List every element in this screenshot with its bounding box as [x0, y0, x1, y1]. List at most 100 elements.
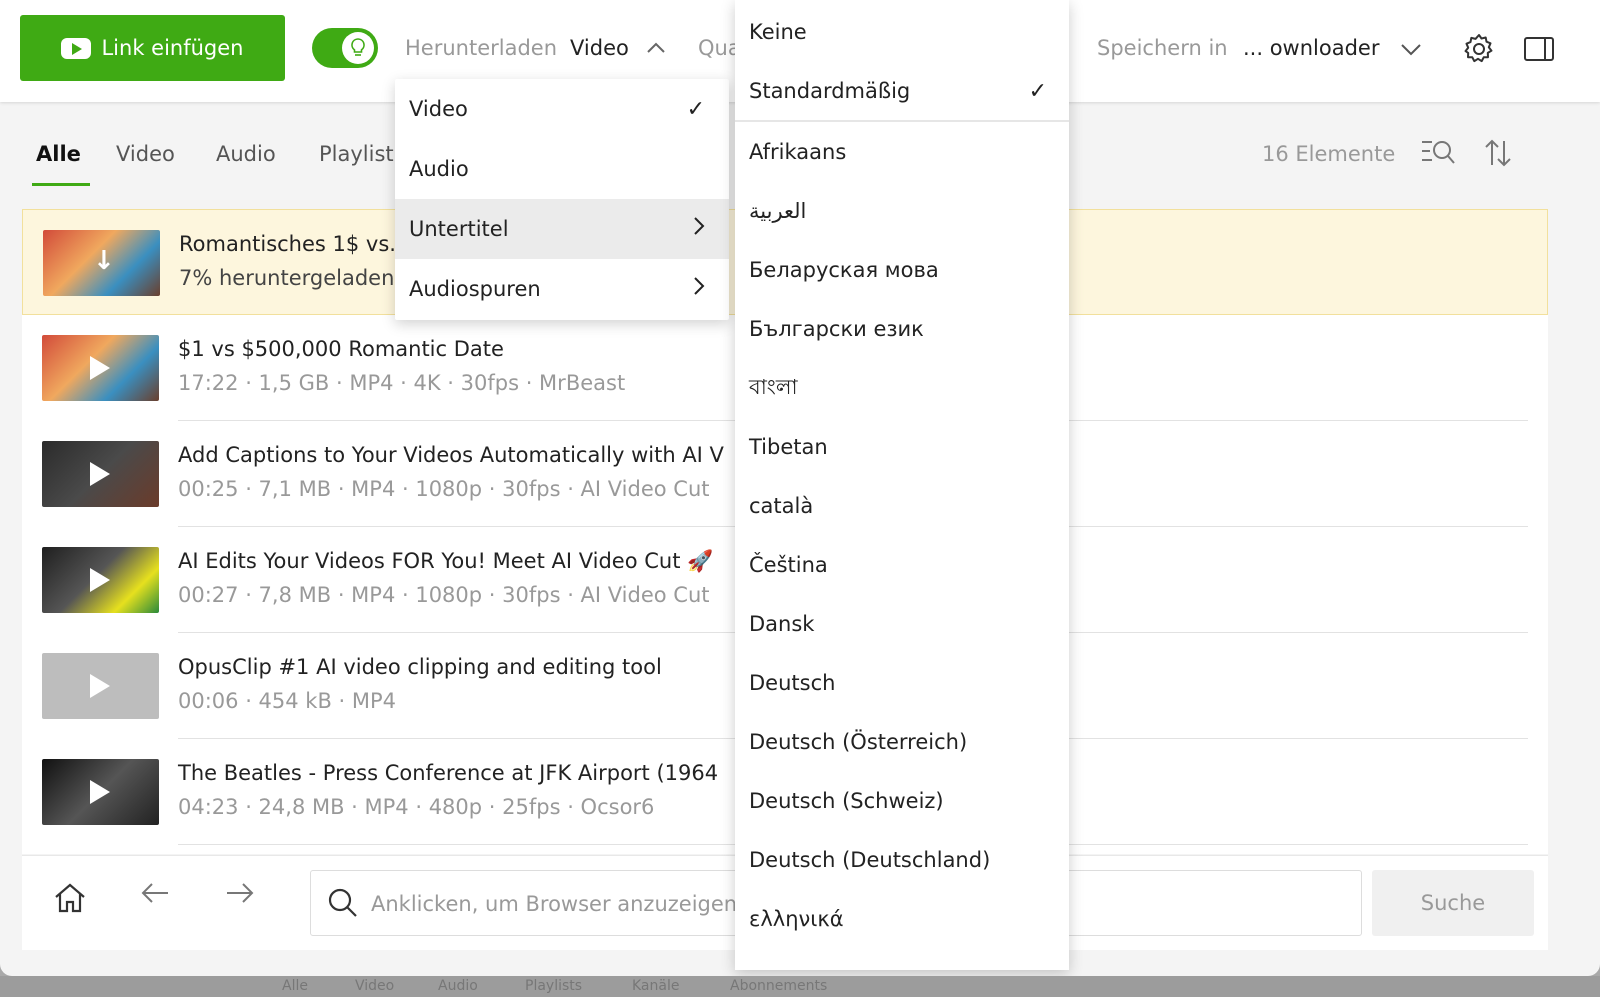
search-button[interactable]: Suche	[1372, 870, 1534, 936]
subtitle-option[interactable]: Čeština	[735, 535, 1069, 595]
item-meta: 00:25 · 7,1 MB · MP4 · 1080p · 30fps · A…	[178, 477, 710, 501]
item-title: OpusClip #1 AI video clipping and editin…	[178, 655, 662, 679]
item-title: Add Captions to Your Videos Automaticall…	[178, 443, 724, 467]
gear-icon[interactable]	[1462, 32, 1496, 66]
tab-playlist[interactable]: Playlist	[319, 142, 394, 166]
subtitle-option[interactable]: العربية	[735, 181, 1069, 241]
bg-tab: Playlists	[525, 978, 583, 994]
item-title: AI Edits Your Videos FOR You! Meet AI Vi…	[178, 549, 714, 573]
paste-link-button[interactable]: Link einfügen	[20, 15, 285, 81]
menu-item-label: Audiospuren	[409, 277, 541, 301]
option-label: Keine	[749, 20, 807, 44]
option-label: Čeština	[749, 553, 828, 577]
tab-audio[interactable]: Audio	[216, 142, 276, 166]
chevron-right-icon	[693, 276, 705, 302]
bg-tab: Audio	[438, 978, 478, 994]
subtitle-option[interactable]: català	[735, 476, 1069, 536]
option-label: Deutsch (Schweiz)	[749, 789, 944, 813]
sort-icon[interactable]	[1484, 138, 1512, 175]
download-type-label: Herunterladen	[405, 36, 558, 60]
item-meta: 00:27 · 7,8 MB · MP4 · 1080p · 30fps · A…	[178, 583, 710, 607]
video-thumbnail: ↓	[43, 230, 160, 296]
subtitle-option[interactable]: Deutsch (Österreich)	[735, 712, 1069, 772]
item-count: 16 Elemente	[1262, 142, 1396, 166]
subtitle-option[interactable]: Беларуская мова	[735, 240, 1069, 300]
bg-tab: Abonnements	[730, 978, 828, 994]
item-meta: 00:06 · 454 kB · MP4	[178, 689, 397, 713]
sidebar-toggle-icon[interactable]	[1524, 37, 1554, 61]
menu-item-label: Untertitel	[409, 217, 509, 241]
forward-arrow-icon[interactable]	[225, 878, 255, 913]
chevron-right-icon	[693, 216, 705, 242]
option-label: Български език	[749, 317, 924, 341]
option-label: Deutsch	[749, 671, 836, 695]
app-window: Link einfügen Herunterladen Video Qua Sp…	[0, 0, 1600, 976]
subtitle-option[interactable]: Tibetan	[735, 417, 1069, 477]
paste-link-label: Link einfügen	[101, 36, 244, 60]
subtitle-option[interactable]: Dansk	[735, 594, 1069, 654]
filter-search-icon[interactable]	[1420, 138, 1456, 173]
subtitle-language-menu: Keine Standardmäßig ✓ Afrikaans العربية Б…	[735, 0, 1069, 970]
menu-item-audio[interactable]: Audio	[395, 139, 729, 199]
subtitle-option[interactable]: Български език	[735, 299, 1069, 359]
bg-tab: Video	[355, 978, 395, 994]
subtitle-option[interactable]: Keine	[735, 2, 1069, 62]
subtitle-option[interactable]: Standardmäßig ✓	[735, 61, 1069, 121]
download-type-menu: Video ✓ Audio Untertitel Audiospuren	[395, 79, 729, 320]
save-location-label: Speichern in	[1097, 36, 1228, 60]
menu-item-label: Audio	[409, 157, 469, 181]
video-thumbnail	[42, 653, 159, 719]
video-thumbnail	[42, 759, 159, 825]
subtitle-option[interactable]: Deutsch (Schweiz)	[735, 771, 1069, 831]
download-type-dropdown[interactable]: Video	[570, 36, 629, 60]
checkmark-icon: ✓	[686, 96, 705, 122]
item-title: The Beatles - Press Conference at JFK Ai…	[178, 761, 719, 785]
item-progress: 7% heruntergeladen	[179, 266, 395, 290]
tab-video[interactable]: Video	[116, 142, 175, 166]
menu-item-video[interactable]: Video ✓	[395, 79, 729, 139]
menu-item-audio-tracks[interactable]: Audiospuren	[395, 259, 729, 319]
subtitle-option[interactable]: বাংলা	[735, 358, 1069, 418]
option-label: català	[749, 494, 814, 518]
menu-item-subtitles[interactable]: Untertitel	[395, 199, 729, 259]
video-thumbnail	[42, 335, 159, 401]
subtitle-option[interactable]: ελληνικά	[735, 889, 1069, 949]
chevron-up-icon[interactable]	[646, 38, 666, 59]
checkmark-icon: ✓	[1028, 78, 1047, 104]
chevron-down-icon[interactable]	[1400, 37, 1422, 61]
option-label: Deutsch (Österreich)	[749, 730, 968, 754]
option-label: ελληνικά	[749, 907, 844, 931]
bg-tab: Kanäle	[632, 978, 680, 994]
active-tab-indicator	[32, 183, 90, 186]
option-label: Dansk	[749, 612, 815, 636]
search-icon	[328, 888, 357, 917]
lightbulb-icon	[342, 32, 374, 64]
option-label: العربية	[749, 199, 807, 223]
option-label: Afrikaans	[749, 140, 847, 164]
subtitle-option[interactable]: Afrikaans	[735, 122, 1069, 182]
bg-tab: Alle	[282, 978, 308, 994]
item-title: $1 vs $500,000 Romantic Date	[178, 337, 504, 361]
back-arrow-icon[interactable]	[140, 878, 170, 913]
option-label: Standardmäßig	[749, 79, 911, 103]
subtitle-option[interactable]: Deutsch (Deutschland)	[735, 830, 1069, 890]
play-icon	[90, 568, 110, 592]
smart-mode-toggle[interactable]	[312, 28, 378, 68]
option-label: Deutsch (Deutschland)	[749, 848, 991, 872]
download-arrow-icon: ↓	[93, 246, 115, 276]
play-icon	[90, 674, 110, 698]
video-thumbnail	[42, 441, 159, 507]
play-icon	[90, 780, 110, 804]
item-meta: 17:22 · 1,5 GB · MP4 · 4K · 30fps · MrBe…	[178, 371, 626, 395]
item-meta: 04:23 · 24,8 MB · MP4 · 480p · 25fps · O…	[178, 795, 655, 819]
option-label: Tibetan	[749, 435, 828, 459]
save-location-dropdown[interactable]: ... ownloader	[1243, 36, 1379, 60]
background-window: Alle Video Audio Playlists Kanäle Abonne…	[0, 976, 1600, 997]
subtitle-option[interactable]: Deutsch	[735, 653, 1069, 713]
item-title: Romantisches 1$ vs.	[179, 232, 396, 256]
option-label: বাংলা	[749, 374, 798, 399]
tab-alle[interactable]: Alle	[36, 142, 81, 166]
youtube-icon	[61, 37, 92, 59]
home-icon[interactable]	[52, 880, 88, 916]
play-icon	[90, 462, 110, 486]
